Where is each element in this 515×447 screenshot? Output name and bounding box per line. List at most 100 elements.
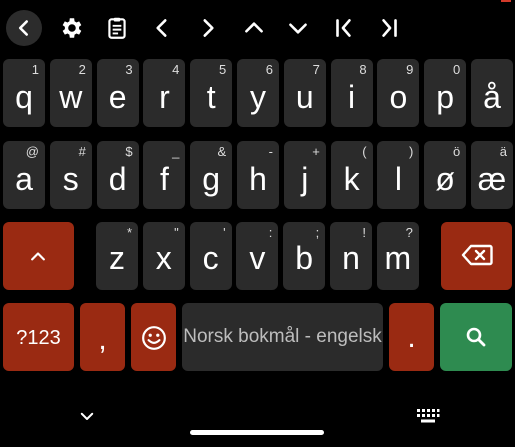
space-key[interactable]: Norsk bokmål - engelsk xyxy=(182,303,383,371)
key-label: æ xyxy=(477,161,507,197)
key-g[interactable]: g & xyxy=(190,141,233,209)
hide-keyboard-chevron-icon[interactable] xyxy=(78,407,96,425)
key-label: w xyxy=(59,79,83,115)
key-b[interactable]: b; xyxy=(283,222,326,290)
key-label: o xyxy=(389,79,408,115)
key-j[interactable]: j + xyxy=(283,141,326,209)
symbols-key[interactable]: ?123 xyxy=(3,303,74,371)
key-h[interactable]: h- xyxy=(237,141,279,209)
key-hint: 4 xyxy=(172,62,180,77)
chevron-down-icon[interactable] xyxy=(278,8,318,48)
key-k[interactable]: k( xyxy=(330,141,373,209)
smiley-icon xyxy=(142,326,166,350)
key-i[interactable]: i8 xyxy=(330,59,373,127)
key-hint: ö xyxy=(452,144,461,159)
key-hint: : xyxy=(268,225,273,240)
key-m[interactable]: m? xyxy=(376,222,419,290)
key-p[interactable]: p0 xyxy=(424,59,467,127)
comma-key[interactable]: , xyxy=(80,303,125,371)
key-hint: + xyxy=(312,144,320,159)
key-hint: - xyxy=(268,144,273,159)
key-label: x xyxy=(155,240,172,276)
key-label: k xyxy=(343,161,360,197)
key-ø[interactable]: øö xyxy=(424,141,467,209)
key-label: i xyxy=(348,79,356,115)
key-label: n xyxy=(342,240,360,276)
search-icon xyxy=(466,327,486,347)
key-hint: # xyxy=(78,144,86,159)
emoji-key[interactable] xyxy=(131,303,176,371)
chevron-up-icon[interactable] xyxy=(234,8,274,48)
key-f[interactable]: f _ xyxy=(143,141,186,209)
key-æ[interactable]: æä xyxy=(471,141,513,209)
comma-key-label: , xyxy=(98,323,107,356)
key-hint: ; xyxy=(315,225,320,240)
key-label: j xyxy=(301,161,309,197)
key-l[interactable]: l) xyxy=(377,141,420,209)
status-indicator-line xyxy=(501,0,511,2)
keyboard-switcher-icon[interactable] xyxy=(416,408,440,424)
key-a[interactable]: a @ xyxy=(3,141,45,209)
key-hint: ) xyxy=(409,144,414,159)
key-hint: _ xyxy=(172,144,180,159)
key-e[interactable]: e3 xyxy=(96,59,139,127)
chevron-right-icon[interactable] xyxy=(188,8,228,48)
key-label: å xyxy=(483,79,501,115)
key-hint: 7 xyxy=(312,62,320,77)
key-label: ø xyxy=(435,161,455,197)
line-end-icon[interactable] xyxy=(369,8,409,48)
key-label: m xyxy=(384,240,412,276)
key-y[interactable]: y6 xyxy=(237,59,279,127)
key-label: h xyxy=(249,161,267,197)
line-start-icon[interactable] xyxy=(324,8,364,48)
key-c[interactable]: c ' xyxy=(189,222,232,290)
key-label: u xyxy=(295,79,314,115)
key-label: e xyxy=(108,79,127,115)
key-hint: ( xyxy=(362,144,367,159)
key-hint: 8 xyxy=(359,62,367,77)
home-indicator[interactable] xyxy=(190,430,324,435)
key-hint: * xyxy=(126,225,132,240)
key-label: c xyxy=(202,240,219,276)
key-hint: 1 xyxy=(31,62,39,77)
key-u[interactable]: u7 xyxy=(283,59,326,127)
key-hint: 0 xyxy=(452,62,461,77)
key-label: v xyxy=(249,240,266,276)
chevron-up-icon xyxy=(31,252,45,261)
key-hint: ä xyxy=(499,144,507,159)
key-label: s xyxy=(62,161,79,197)
period-key-label: . xyxy=(407,321,416,354)
key-hint: 2 xyxy=(78,62,86,77)
gear-icon[interactable] xyxy=(51,8,91,48)
key-n[interactable]: n! xyxy=(330,222,372,290)
key-label: q xyxy=(15,79,33,115)
key-s[interactable]: s # xyxy=(49,141,92,209)
key-hint: 5 xyxy=(218,62,227,77)
key-x[interactable]: x " xyxy=(142,222,185,290)
key-hint: & xyxy=(217,144,227,159)
key-label: z xyxy=(109,240,125,276)
key-r[interactable]: r4 xyxy=(143,59,186,127)
key-t[interactable]: t5 xyxy=(190,59,233,127)
key-label: t xyxy=(206,79,216,115)
key-q[interactable]: q1 xyxy=(3,59,45,127)
key-å[interactable]: å xyxy=(471,59,513,127)
key-hint: ' xyxy=(223,225,226,240)
key-o[interactable]: o9 xyxy=(377,59,420,127)
key-hint: $ xyxy=(125,144,133,159)
clipboard-icon[interactable] xyxy=(97,8,137,48)
chevron-left-icon[interactable] xyxy=(142,8,182,48)
key-z[interactable]: z * xyxy=(96,222,138,290)
key-v[interactable]: v: xyxy=(236,222,279,290)
key-hint: @ xyxy=(25,144,39,159)
shift-key[interactable] xyxy=(3,222,74,290)
key-label: g xyxy=(202,161,221,197)
key-w[interactable]: w2 xyxy=(49,59,92,127)
key-d[interactable]: d $ xyxy=(96,141,139,209)
search-action-key[interactable] xyxy=(440,303,512,371)
back-circle-icon[interactable] xyxy=(6,10,42,46)
key-hint: " xyxy=(174,225,179,240)
period-key[interactable]: . xyxy=(389,303,434,371)
key-label: p xyxy=(436,79,455,115)
backspace-key[interactable] xyxy=(441,222,512,290)
